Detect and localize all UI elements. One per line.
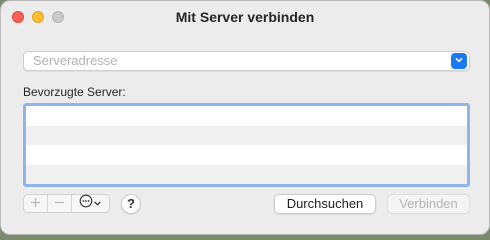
help-button[interactable]: ? bbox=[121, 194, 141, 214]
titlebar: Mit Server verbinden bbox=[1, 1, 489, 33]
remove-favorite-button[interactable] bbox=[48, 195, 72, 212]
chevron-down-icon bbox=[454, 52, 464, 70]
ellipsis-circle-icon bbox=[79, 194, 93, 213]
favorites-edit-controls bbox=[23, 194, 110, 213]
favorite-servers-list[interactable] bbox=[23, 103, 470, 187]
window-title: Mit Server verbinden bbox=[175, 9, 315, 25]
add-favorite-button[interactable] bbox=[24, 195, 48, 212]
plus-icon bbox=[30, 195, 41, 213]
server-address-input[interactable] bbox=[33, 52, 443, 70]
connect-to-server-window: Mit Server verbinden Bevorzugte Server: bbox=[0, 0, 490, 235]
browse-button[interactable]: Durchsuchen bbox=[274, 194, 376, 214]
server-address-combobox[interactable] bbox=[23, 51, 470, 71]
favorites-action-menu-button[interactable] bbox=[72, 194, 109, 213]
server-history-dropdown-button[interactable] bbox=[451, 53, 467, 69]
minus-icon bbox=[54, 195, 65, 213]
chevron-down-icon bbox=[93, 195, 102, 213]
list-row[interactable] bbox=[26, 125, 467, 145]
favorite-servers-label: Bevorzugte Server: bbox=[23, 85, 126, 99]
list-row[interactable] bbox=[26, 106, 467, 126]
connect-button[interactable]: Verbinden bbox=[387, 194, 470, 214]
list-row[interactable] bbox=[26, 145, 467, 165]
list-row[interactable] bbox=[26, 164, 467, 184]
